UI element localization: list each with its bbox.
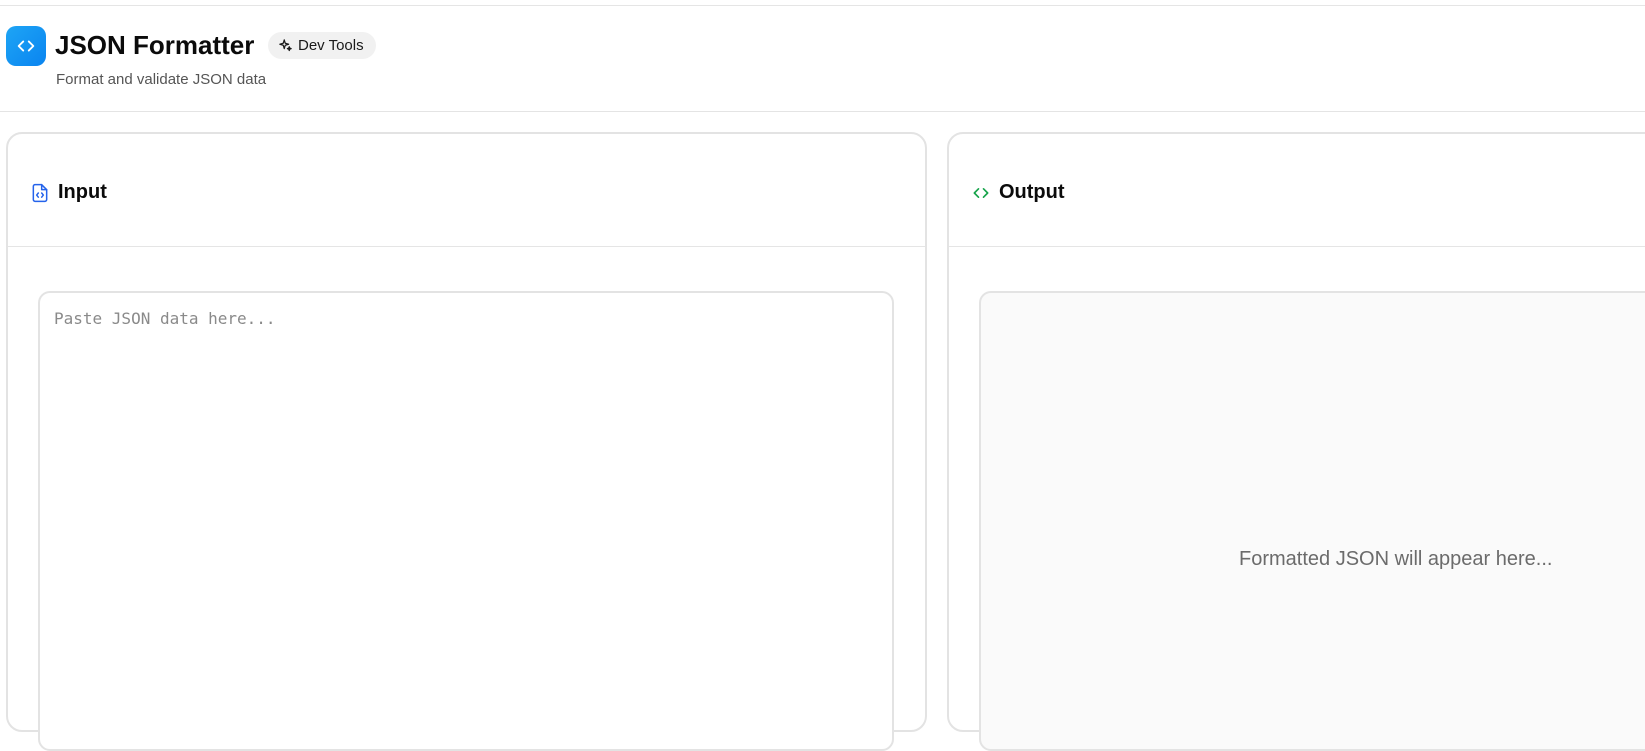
input-panel: Input [6,132,927,751]
json-input-field[interactable] [38,291,894,751]
output-placeholder-text: Formatted JSON will appear here... [1239,548,1553,570]
input-panel-title: Input [58,181,107,203]
page-title: JSON Formatter [55,30,255,60]
json-output-area[interactable]: Formatted JSON will appear here... [979,291,1645,751]
sparkles-icon [278,38,293,53]
page-subtitle: Format and validate JSON data [56,71,267,88]
code-brackets-icon [971,183,991,203]
file-code-icon [30,183,50,203]
output-panel-header: Output [949,134,1645,247]
output-panel: Output Formatted JSON will appear here..… [947,132,1645,751]
badge-label: Dev Tools [298,37,364,54]
input-panel-header: Input [8,134,925,247]
page-header: JSON Formatter Dev Tools Format and vali… [0,6,1645,112]
category-badge: Dev Tools [268,32,376,59]
output-panel-title: Output [999,181,1065,203]
code-brackets-icon [6,26,46,66]
